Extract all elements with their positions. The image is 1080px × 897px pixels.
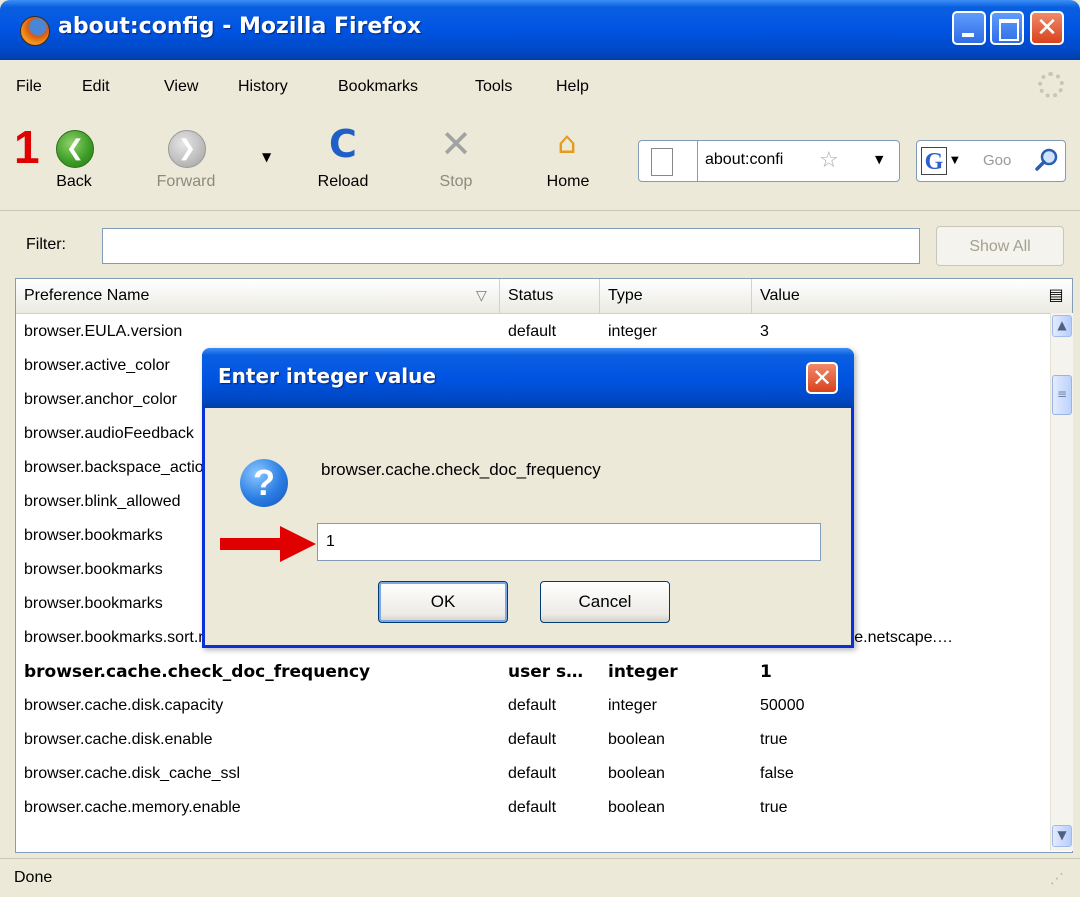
pref-name-cell: browser.cache.disk.enable bbox=[24, 731, 213, 748]
column-picker-icon[interactable]: ▤ bbox=[1046, 283, 1066, 307]
home-icon: ⌂ bbox=[557, 126, 577, 161]
bookmark-star-icon[interactable]: ☆ bbox=[819, 148, 839, 173]
dialog-title: Enter integer value bbox=[218, 364, 436, 388]
pref-type-cell: boolean bbox=[608, 799, 665, 816]
pref-value-cell: false bbox=[760, 765, 794, 782]
filter-label: Filter: bbox=[26, 236, 66, 253]
menu-help[interactable]: Help bbox=[556, 78, 589, 96]
column-preference-name[interactable]: Preference Name bbox=[16, 279, 500, 313]
home-label: Home bbox=[546, 173, 590, 190]
step-number-annotation: 1 bbox=[14, 121, 40, 173]
pref-status-cell: default bbox=[508, 323, 557, 340]
sort-indicator-icon: ▽ bbox=[476, 288, 487, 304]
url-dropdown-icon[interactable]: ▼ bbox=[875, 153, 883, 166]
google-engine-icon[interactable]: G bbox=[921, 147, 947, 175]
menu-bookmarks[interactable]: Bookmarks bbox=[338, 78, 418, 96]
pref-status-cell: default bbox=[508, 697, 557, 714]
firefox-window: about:config - Mozilla Firefox ✕ File Ed… bbox=[0, 0, 1080, 897]
column-value[interactable]: Value bbox=[752, 279, 1042, 313]
pref-name-cell: browser.cache.check_doc_frequency bbox=[24, 662, 371, 682]
column-status[interactable]: Status bbox=[500, 279, 600, 313]
forward-arrow-icon: ❯ bbox=[168, 130, 206, 168]
page-icon bbox=[651, 148, 673, 176]
pref-name-cell: browser.cache.memory.enable bbox=[24, 799, 241, 816]
throbber-icon bbox=[1038, 72, 1064, 98]
ok-button[interactable]: OK bbox=[378, 581, 508, 623]
close-button[interactable]: ✕ bbox=[1030, 11, 1064, 45]
show-all-button[interactable]: Show All bbox=[936, 226, 1064, 266]
cancel-button[interactable]: Cancel bbox=[540, 581, 670, 623]
menu-edit[interactable]: Edit bbox=[82, 78, 110, 96]
dialog-message: browser.cache.check_doc_frequency bbox=[321, 460, 601, 479]
integer-value-input[interactable]: 1 bbox=[317, 523, 821, 561]
tree-header: Preference Name ▽ Status Type Value ▤ bbox=[16, 279, 1072, 314]
pref-name-cell: browser.EULA.version bbox=[24, 323, 183, 340]
menu-view[interactable]: View bbox=[164, 78, 198, 96]
pref-name-cell: browser.cache.disk_cache_ssl bbox=[24, 765, 241, 782]
menu-file[interactable]: File bbox=[16, 78, 42, 96]
scroll-thumb[interactable]: ≡ bbox=[1052, 375, 1072, 415]
menu-history[interactable]: History bbox=[238, 78, 288, 96]
table-row[interactable]: browser.cache.disk.capacity default intege… bbox=[16, 689, 1050, 723]
table-row[interactable]: browser.cache.disk_cache_ssl default boole… bbox=[16, 757, 1050, 791]
pref-type-cell: boolean bbox=[608, 765, 665, 782]
pref-value-cell: 1 bbox=[760, 662, 772, 682]
url-bar[interactable]: about:confi ☆ ▼ bbox=[638, 140, 900, 182]
back-label: Back bbox=[56, 173, 92, 190]
pref-value-cell: true bbox=[760, 731, 788, 748]
pref-type-cell: boolean bbox=[608, 731, 665, 748]
pref-type-cell: integer bbox=[608, 697, 657, 714]
dialog-close-icon[interactable]: ✕ bbox=[806, 362, 838, 394]
resize-grip-icon[interactable]: ⋰ bbox=[1050, 871, 1070, 891]
pref-value-cell: 3 bbox=[760, 323, 769, 340]
pref-type-cell: integer bbox=[608, 662, 678, 682]
history-dropdown-icon[interactable]: ▼ bbox=[262, 150, 271, 164]
menu-bar: File Edit View History Bookmarks Tools H… bbox=[0, 60, 1080, 118]
vertical-scrollbar[interactable]: ▲ ≡ ▼ bbox=[1050, 313, 1073, 851]
minimize-button[interactable] bbox=[952, 11, 986, 45]
red-arrow-annotation-icon bbox=[220, 526, 316, 562]
question-icon: ? bbox=[240, 459, 288, 507]
stop-icon: ✕ bbox=[440, 122, 472, 166]
dialog-title-bar[interactable]: Enter integer value ✕ bbox=[202, 348, 854, 408]
integer-prompt-dialog: Enter integer value ✕ ? browser.cache.ch… bbox=[202, 348, 854, 648]
pref-status-cell: default bbox=[508, 799, 557, 816]
search-placeholder[interactable]: Goo bbox=[983, 152, 1011, 169]
menu-tools[interactable]: Tools bbox=[475, 78, 512, 96]
table-row[interactable]: browser.cache.memory.enable default boolea… bbox=[16, 791, 1050, 825]
pref-value-cell: true bbox=[760, 799, 788, 816]
reload-label: Reload bbox=[317, 173, 369, 190]
search-bar[interactable]: G ▼ Goo bbox=[916, 140, 1066, 182]
scroll-down-icon[interactable]: ▼ bbox=[1052, 825, 1072, 847]
scroll-up-icon[interactable]: ▲ bbox=[1052, 315, 1072, 337]
window-title: about:config - Mozilla Firefox bbox=[58, 14, 422, 39]
forward-button[interactable]: ❯ Forward bbox=[136, 118, 236, 210]
table-row[interactable]: browser.cache.check_doc_frequency user s…… bbox=[16, 655, 1050, 689]
close-icon: ✕ bbox=[1036, 13, 1058, 43]
pref-status-cell: default bbox=[508, 731, 557, 748]
firefox-logo-icon bbox=[20, 16, 50, 46]
status-text: Done bbox=[14, 869, 53, 886]
status-bar: Done ⋰ bbox=[0, 858, 1080, 897]
url-text[interactable]: about:confi bbox=[705, 151, 783, 169]
pref-type-cell: integer bbox=[608, 323, 657, 340]
maximize-button[interactable] bbox=[990, 11, 1024, 45]
table-row[interactable]: browser.cache.disk.enable default boolean t… bbox=[16, 723, 1050, 757]
column-type[interactable]: Type bbox=[600, 279, 752, 313]
pref-value-cell: 50000 bbox=[760, 697, 805, 714]
magnifier-icon[interactable] bbox=[1035, 147, 1059, 171]
reload-icon: C bbox=[329, 122, 357, 166]
pref-name-cell: browser.cache.disk.capacity bbox=[24, 697, 224, 714]
table-row[interactable]: browser.EULA.version default integer 3 bbox=[16, 315, 1050, 349]
pref-status-cell: default bbox=[508, 765, 557, 782]
back-button[interactable]: ❮ Back bbox=[40, 118, 108, 210]
pref-status-cell: user s… bbox=[508, 662, 584, 682]
stop-label: Stop bbox=[439, 173, 473, 190]
url-separator bbox=[697, 141, 698, 181]
engine-dropdown-icon[interactable]: ▼ bbox=[951, 155, 959, 166]
back-arrow-icon: ❮ bbox=[56, 130, 94, 168]
forward-label: Forward bbox=[156, 173, 216, 190]
filter-input[interactable] bbox=[102, 228, 920, 264]
title-bar[interactable]: about:config - Mozilla Firefox ✕ bbox=[0, 0, 1080, 60]
